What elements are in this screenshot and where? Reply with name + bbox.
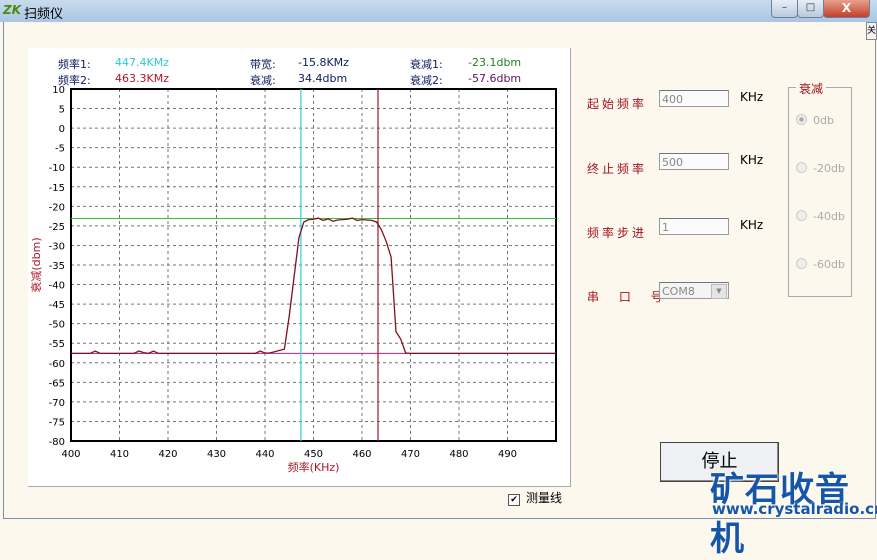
radio-att--60db[interactable]: -60db (796, 258, 845, 271)
y-tick-label: -15 (49, 183, 65, 194)
maximize-button[interactable]: □ (797, 0, 824, 18)
y-tick-label: -35 (49, 261, 65, 272)
y-tick-label: 10 (52, 85, 65, 96)
checkbox-icon[interactable]: ✔ (508, 494, 520, 506)
chart-panel: 频率1: 447.4KMz 频率2: 463.3KMz 带宽: -15.8KMz… (28, 48, 571, 487)
y-tick-label: -25 (49, 222, 65, 233)
radio-label: -40db (813, 210, 845, 223)
y-tick-label: -60 (49, 359, 65, 370)
window-title: 扫频仪 (24, 7, 64, 22)
y-tick-label: -55 (49, 339, 65, 350)
radio-icon[interactable] (796, 162, 807, 173)
radio-label: 0db (813, 114, 834, 127)
x-tick-label: 480 (449, 449, 468, 460)
measure-line-checkbox[interactable]: ✔ 测量线 (508, 489, 562, 506)
radio-att--40db[interactable]: -40db (796, 210, 845, 223)
start-freq-unit: KHz (740, 90, 764, 104)
app-icon: ZK (3, 3, 21, 17)
chevron-down-icon[interactable]: ▼ (711, 284, 727, 299)
y-tick-label: -75 (49, 417, 65, 428)
x-tick-label: 440 (255, 449, 274, 460)
attenuation-group-title: 衰减 (796, 80, 827, 97)
y-tick-label: 0 (59, 124, 65, 135)
y-tick-label: -5 (55, 144, 65, 155)
y-tick-label: -50 (49, 320, 65, 331)
radio-icon[interactable] (796, 114, 807, 125)
y-tick-label: -65 (49, 378, 65, 389)
spectrum-chart[interactable]: 400 410 420 430 440 450 460 470 480 490 10 5 0 -5 -10 -… (28, 48, 570, 486)
y-tick-label: -70 (49, 398, 65, 409)
y-tick-label: -10 (49, 163, 65, 174)
x-tick-label: 420 (158, 449, 177, 460)
close-button[interactable]: X (823, 0, 870, 18)
radio-label: -20db (813, 162, 845, 175)
y-tick-label: -40 (49, 281, 65, 292)
side-tab[interactable]: 关 (866, 22, 877, 40)
freq-step-label: 频率步进 (587, 226, 648, 240)
freq-step-unit: KHz (740, 218, 764, 232)
x-tick-label: 410 (110, 449, 129, 460)
stop-freq-label: 终止频率 (587, 162, 648, 176)
x-axis-label: 频率(KHz) (288, 460, 340, 474)
y-tick-label: -45 (49, 300, 65, 311)
x-tick-label: 450 (304, 449, 323, 460)
radio-att--20db[interactable]: -20db (796, 162, 845, 175)
x-tick-label: 430 (207, 449, 226, 460)
start-freq-input[interactable]: 400 (659, 90, 729, 107)
x-tick-label: 470 (401, 449, 420, 460)
start-freq-label: 起始频率 (587, 97, 648, 111)
serial-port-select[interactable]: COM8 ▼ (659, 282, 729, 299)
y-tick-label: -20 (49, 202, 65, 213)
radio-att-0db[interactable]: 0db (796, 114, 834, 127)
y-tick-label: 5 (59, 105, 65, 116)
stop-freq-unit: KHz (740, 153, 764, 167)
y-tick-label: -80 (49, 437, 65, 448)
y-axis-label: 衰减(dbm) (29, 237, 43, 292)
minimize-button[interactable]: – (771, 0, 798, 18)
watermark-url: www.crystalradio.cn (712, 500, 877, 518)
stop-freq-input[interactable]: 500 (659, 153, 729, 170)
x-tick-label: 460 (352, 449, 371, 460)
radio-icon[interactable] (796, 210, 807, 221)
y-tick-label: -30 (49, 241, 65, 252)
radio-label: -60db (813, 258, 845, 271)
x-tick-label: 400 (61, 449, 80, 460)
freq-step-input[interactable]: 1 (659, 218, 729, 235)
x-tick-label: 490 (498, 449, 517, 460)
radio-icon[interactable] (796, 258, 807, 269)
title-bar: ZK 扫频仪 – □ X (0, 0, 877, 22)
measure-line-label: 测量线 (526, 491, 563, 505)
serial-port-value: COM8 (662, 285, 695, 298)
